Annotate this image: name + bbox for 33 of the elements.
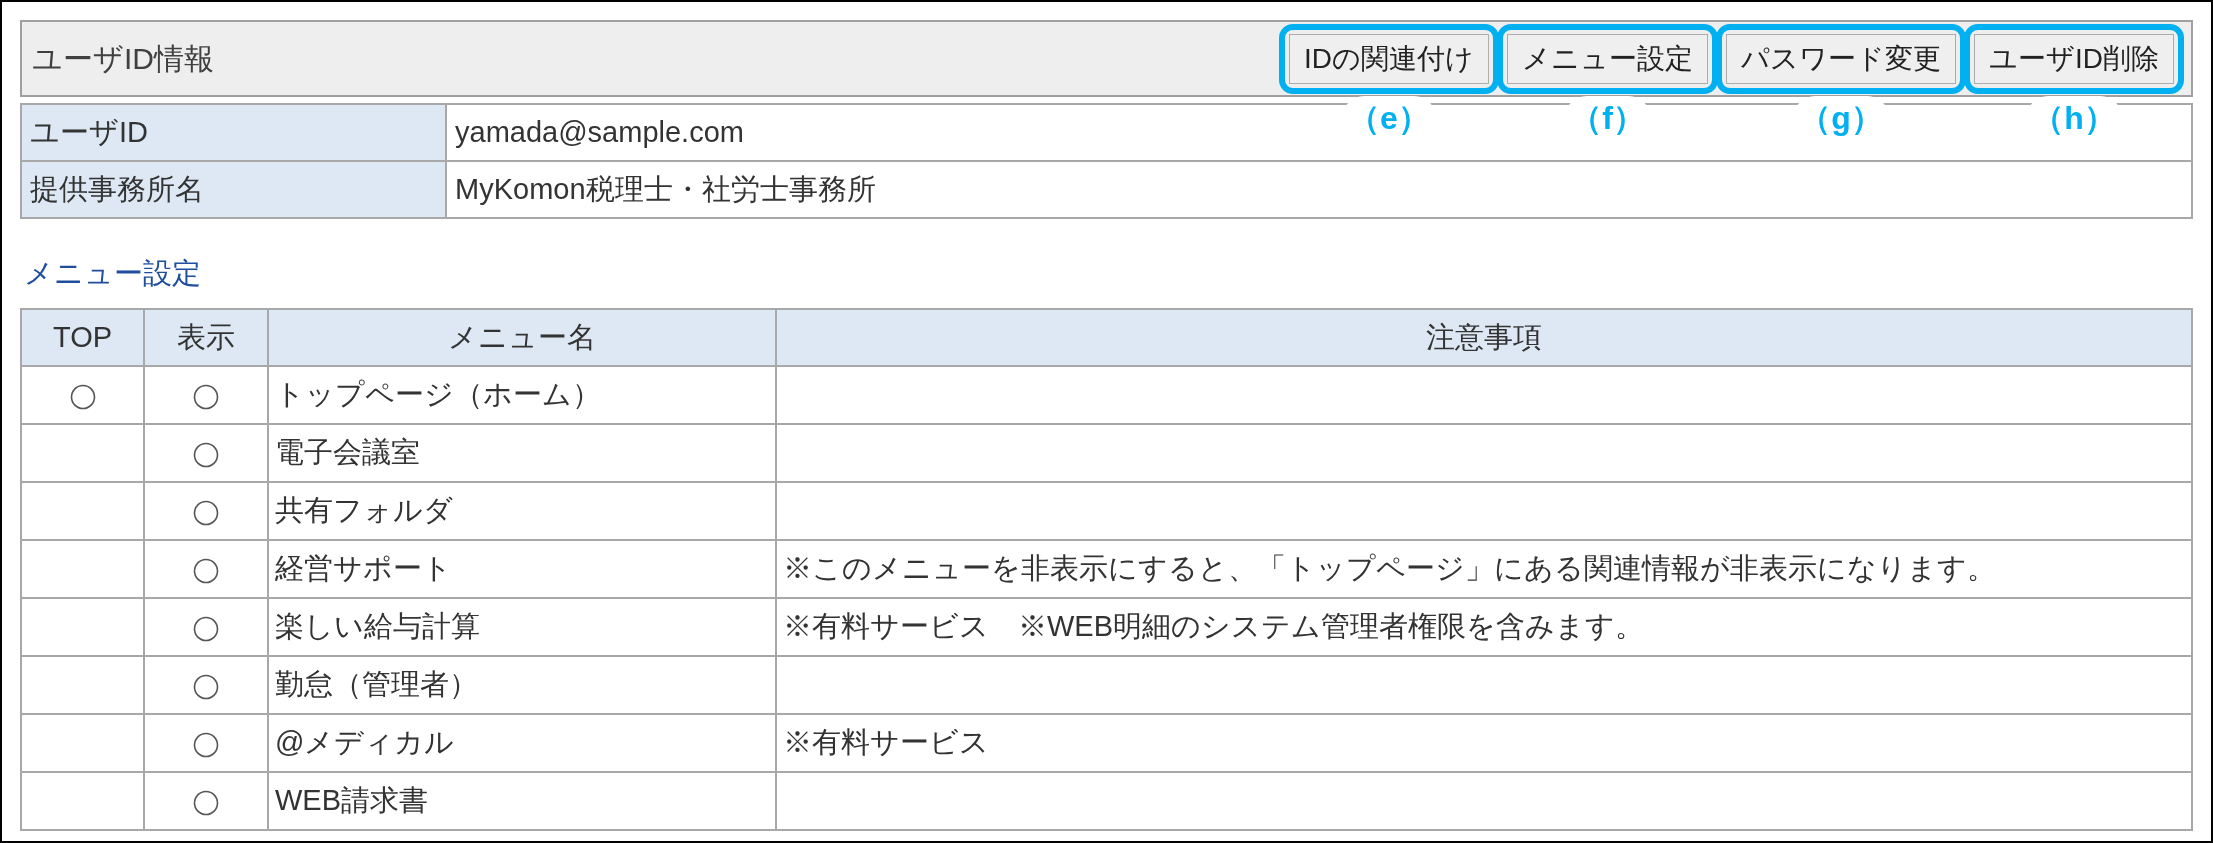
menu-name: 共有フォルダ [275,494,453,527]
menu-name: 楽しい給与計算 [275,610,480,643]
radio-button[interactable] [193,615,219,642]
column-header: 表示 [144,309,268,366]
field-label: ユーザID [21,104,446,161]
menu-name: 勤怠（管理者） [275,668,478,701]
field-label: 提供事務所名 [21,161,446,218]
action-button[interactable]: ユーザID削除 [1974,33,2174,84]
radio-button[interactable] [193,441,219,468]
note-text: ※有料サービス ※WEB明細のシステム管理者権限を含みます。 [783,610,1645,643]
field-value: MyKomon税理士・社労士事務所 [446,161,2192,218]
action-button[interactable]: IDの関連付け [1289,33,1489,84]
radio-button[interactable] [193,557,219,584]
radio-button[interactable] [193,383,219,410]
menu-name: @メディカル [275,726,455,759]
menu-name: トップページ（ホーム） [275,378,601,411]
column-header: TOP [21,309,144,366]
menu-name: WEB請求書 [275,784,429,817]
radio-button[interactable] [193,789,219,816]
column-header: 注意事項 [776,309,2192,366]
action-button[interactable]: メニュー設定 [1507,33,1708,84]
radio-button[interactable] [193,731,219,758]
action-button[interactable]: パスワード変更 [1726,33,1956,84]
section-title: メニュー設定 [24,255,201,291]
radio-button[interactable] [193,673,219,700]
radio-button[interactable] [69,383,96,410]
radio-button[interactable] [193,499,219,526]
note-text: ※有料サービス [783,726,989,759]
menu-name: 経営サポート [275,552,452,585]
menu-name: 電子会議室 [275,436,420,469]
column-header: メニュー名 [268,309,776,366]
panel-title: ユーザID情報 [32,41,214,77]
note-text: ※このメニューを非表示にすると、「トップページ」にある関連情報が非表示になります。 [783,552,1996,585]
